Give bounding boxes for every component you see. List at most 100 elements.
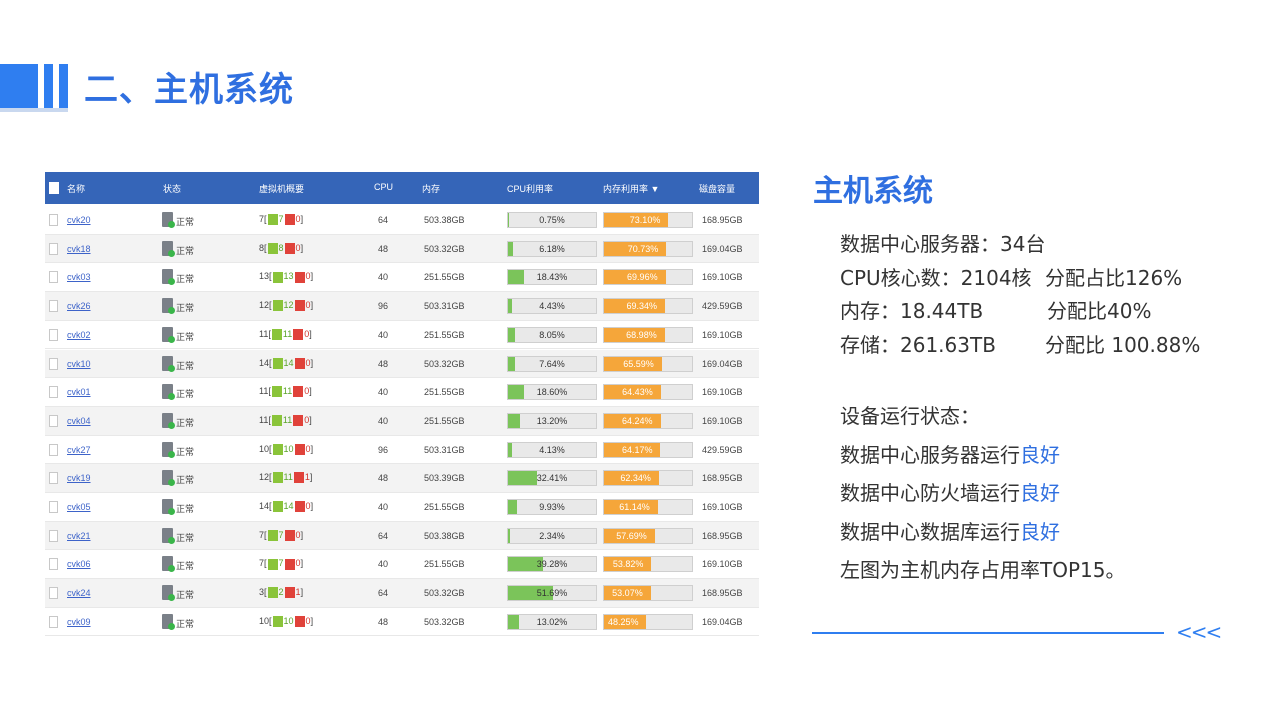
column-header-cpu-util[interactable]: CPU利用率 — [507, 182, 553, 195]
row-checkbox[interactable] — [49, 242, 58, 255]
vm-summary: 12[12 0] — [259, 300, 314, 312]
row-checkbox[interactable] — [49, 501, 58, 513]
table-row[interactable]: cvk01 正常 11[11 0] 40 251.55GB 18.60% 64.43% 169.… — [45, 378, 759, 407]
table-row[interactable]: cvk03 正常 13[13 0] 40 251.55GB 18.43% 69.96% 169.… — [45, 263, 759, 293]
mem-util-text: 65.59% — [623, 358, 654, 369]
mem-util-bar: 68.98% — [603, 326, 693, 343]
row-checkbox[interactable] — [49, 271, 58, 284]
host-name-link[interactable]: cvk09 — [67, 617, 91, 627]
mem-util-text: 70.73% — [627, 243, 659, 254]
table-row[interactable]: cvk05 正常 14[14 0] 40 251.55GB 9.93% 61.14% 169.1… — [45, 493, 759, 522]
host-name-link[interactable]: cvk04 — [67, 416, 91, 426]
column-header-disk[interactable]: 磁盘容量 — [699, 182, 735, 195]
cpu-util-bar: 9.93% — [507, 499, 597, 515]
disk-capacity: 168.95GB — [702, 473, 743, 484]
status-text: 正常 — [176, 217, 195, 227]
column-header-mem-util[interactable]: 内存利用率 ▼ — [603, 182, 659, 195]
row-checkbox[interactable] — [49, 328, 58, 341]
host-name-link[interactable]: cvk05 — [67, 502, 91, 512]
column-header-status[interactable]: 状态 — [163, 182, 181, 195]
select-all-checkbox[interactable] — [49, 182, 59, 194]
table-row[interactable]: cvk09 正常 10[10 0] 48 503.32GB 13.02% 48.25% 169.… — [45, 607, 759, 637]
host-name-link[interactable]: cvk20 — [67, 215, 91, 225]
server-status-icon — [162, 212, 175, 228]
table-row[interactable]: cvk24 正常 3[2 1] 64 503.32GB 51.69% 53.07% 168.95… — [45, 579, 759, 608]
server-status-icon — [162, 556, 175, 573]
cpu-count: 64 — [378, 588, 389, 599]
divider-line — [812, 632, 1164, 634]
row-checkbox[interactable] — [49, 300, 58, 313]
memory-size: 251.55GB — [424, 559, 465, 570]
host-name-link[interactable]: cvk21 — [67, 531, 91, 541]
host-name-link[interactable]: cvk19 — [67, 473, 91, 483]
table-row[interactable]: cvk18 正常 8[8 0] 48 503.32GB 6.18% 70.73% 169.04G… — [45, 234, 759, 264]
cpu-util-bar: 7.64% — [507, 355, 597, 372]
memory-size: 503.38GB — [424, 530, 465, 541]
table-row[interactable]: cvk04 正常 11[11 0] 40 251.55GB 13.20% 64.24% 169.… — [45, 406, 759, 436]
stat-servers: 数据中心服务器：34台 — [840, 232, 1046, 256]
mem-util-text: 64.43% — [622, 387, 653, 398]
memory-size: 251.55GB — [424, 272, 465, 283]
column-header-cpu[interactable]: CPU — [374, 182, 393, 192]
memory-size: 503.32GB — [424, 243, 465, 254]
host-name-link[interactable]: cvk24 — [67, 588, 91, 598]
table-row[interactable]: cvk02 正常 11[11 0] 40 251.55GB 8.05% 68.98% 169.1… — [45, 320, 759, 350]
cpu-count: 40 — [378, 559, 389, 570]
row-checkbox[interactable] — [49, 443, 58, 456]
row-checkbox[interactable] — [49, 558, 58, 571]
row-checkbox[interactable] — [49, 386, 58, 399]
server-status-icon — [162, 527, 175, 544]
vm-running-icon — [267, 529, 278, 541]
disk-capacity: 169.10GB — [702, 272, 743, 283]
status-text: 正常 — [176, 389, 195, 400]
table-row[interactable]: cvk26 正常 12[12 0] 96 503.31GB 4.43% 69.34% 429.5… — [45, 292, 759, 321]
host-name-link[interactable]: cvk10 — [67, 359, 91, 369]
table-row[interactable]: cvk19 正常 12[11 1] 48 503.39GB 32.41% 62.34% 168.… — [45, 464, 759, 493]
row-checkbox[interactable] — [49, 472, 58, 485]
vm-stopped-icon — [294, 300, 305, 312]
table-row[interactable]: cvk20 正常 7[7 0] 64 503.38GB 0.75% 73.10% 168.95G… — [45, 206, 759, 235]
server-status-icon — [162, 269, 175, 286]
table-row[interactable]: cvk27 正常 10[10 0] 96 503.31GB 4.13% 64.17% 429.5… — [45, 435, 759, 465]
table-row[interactable]: cvk06 正常 7[7 0] 40 251.55GB 39.28% 53.82% 169.10… — [45, 550, 759, 580]
host-name-link[interactable]: cvk01 — [67, 387, 91, 397]
host-name-link[interactable]: cvk27 — [67, 445, 91, 455]
row-checkbox[interactable] — [49, 529, 58, 542]
status-text: 正常 — [176, 303, 195, 314]
table-row[interactable]: cvk21 正常 7[7 0] 64 503.38GB 2.34% 57.69% 168.95G… — [45, 521, 759, 551]
host-name-link[interactable]: cvk02 — [67, 330, 91, 340]
cpu-util-bar: 6.18% — [507, 240, 597, 257]
cpu-count: 40 — [378, 387, 389, 398]
server-status-icon — [162, 384, 175, 401]
column-header-memory[interactable]: 内存 — [422, 182, 440, 195]
host-name-link[interactable]: cvk26 — [67, 301, 91, 311]
server-status-icon — [162, 585, 175, 602]
chevron-left-icon: <<< — [1176, 620, 1222, 644]
row-checkbox[interactable] — [49, 214, 58, 226]
host-name-link[interactable]: cvk06 — [67, 559, 91, 569]
cpu-util-bar: 13.20% — [507, 412, 597, 429]
cpu-util-text: 18.43% — [536, 272, 568, 283]
row-checkbox[interactable] — [49, 587, 58, 600]
row-checkbox[interactable] — [49, 615, 58, 628]
mem-util-bar: 48.25% — [603, 613, 693, 630]
column-header-vm-summary[interactable]: 虚拟机概要 — [259, 182, 304, 195]
mem-util-text: 68.98% — [626, 329, 657, 340]
column-header-name[interactable]: 名称 — [67, 182, 85, 195]
status-text: 正常 — [176, 475, 195, 486]
cpu-util-bar: 4.43% — [507, 298, 597, 315]
cpu-count: 40 — [378, 502, 389, 512]
status-servers: 数据中心服务器运行良好 — [840, 442, 1060, 467]
table-row[interactable]: cvk10 正常 14[14 0] 48 503.32GB 7.64% 65.59% 169.0… — [45, 349, 759, 379]
mem-util-text: 69.96% — [627, 272, 658, 283]
status-text: 正常 — [176, 590, 195, 601]
row-checkbox[interactable] — [49, 414, 58, 427]
host-name-link[interactable]: cvk18 — [67, 244, 91, 254]
cpu-util-bar: 18.43% — [507, 269, 597, 286]
mem-util-bar: 69.34% — [603, 298, 693, 315]
cpu-util-bar: 32.41% — [507, 470, 597, 487]
host-name-link[interactable]: cvk03 — [67, 272, 91, 282]
vm-summary: 11[11 0] — [259, 386, 312, 398]
row-checkbox[interactable] — [49, 357, 58, 370]
cpu-util-text: 51.69% — [536, 588, 568, 599]
